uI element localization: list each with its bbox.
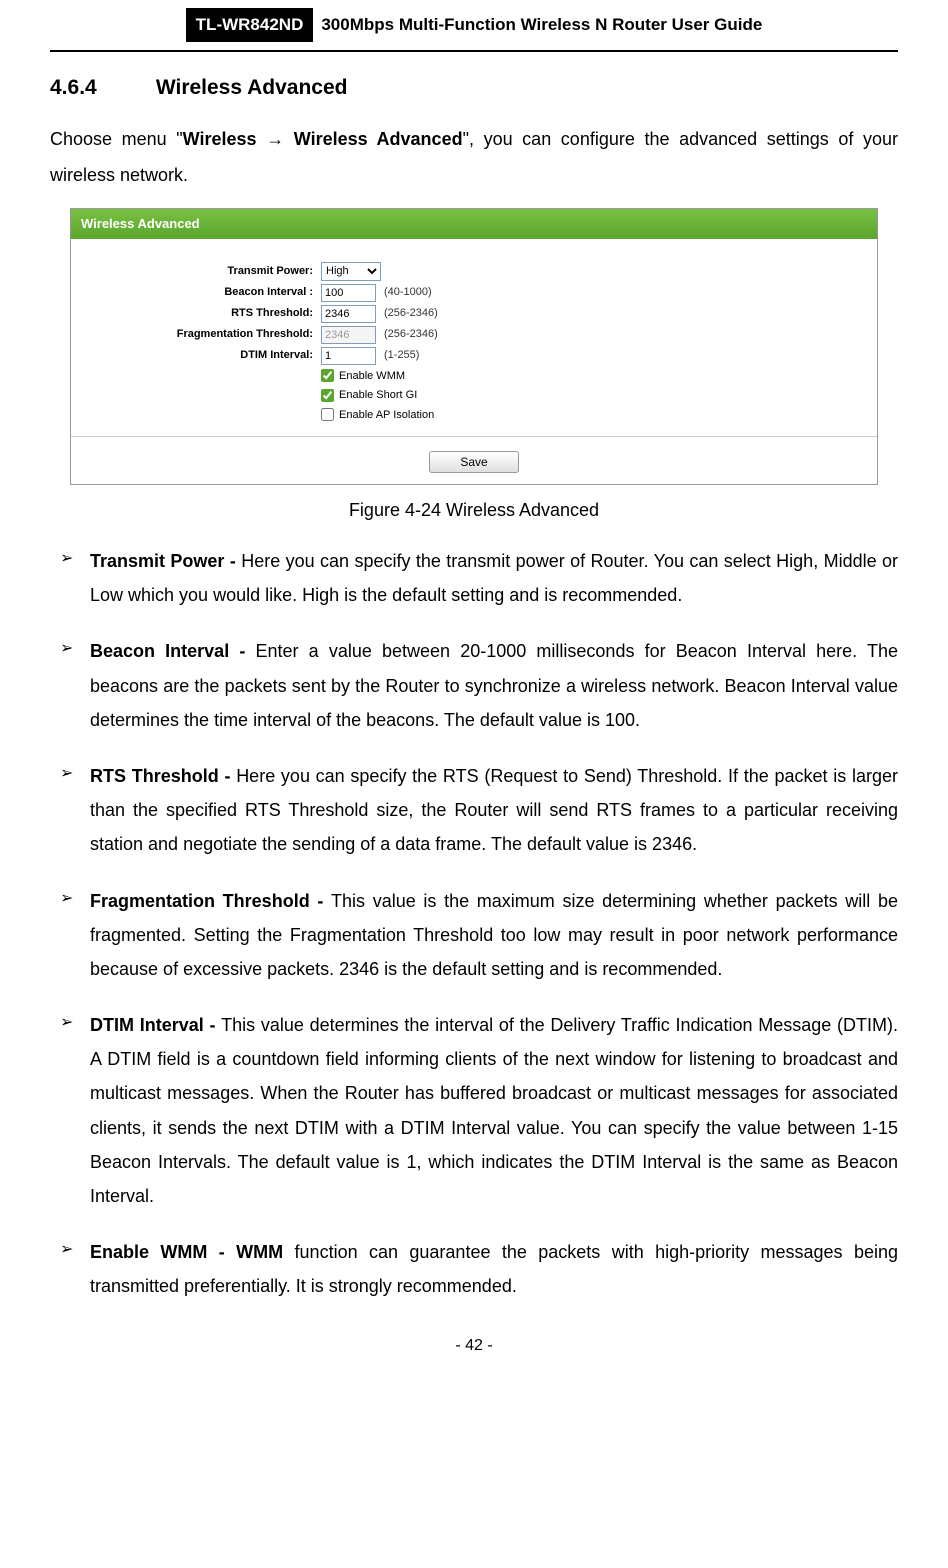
page-header: TL-WR842ND 300Mbps Multi-Function Wirele… (50, 0, 898, 52)
list-item: Beacon Interval - Enter a value between … (50, 634, 898, 737)
list-item: Fragmentation Threshold - This value is … (50, 884, 898, 987)
enable-wmm-checkbox[interactable] (321, 369, 334, 382)
frag-threshold-row: Fragmentation Threshold: (256-2346) (71, 326, 877, 344)
panel-header: Wireless Advanced (71, 209, 877, 239)
save-row: Save (71, 437, 877, 484)
enable-ap-isolation-label: Enable AP Isolation (339, 407, 434, 424)
list-item: RTS Threshold - Here you can specify the… (50, 759, 898, 862)
enable-wmm-label: Enable WMM (339, 368, 405, 385)
bullet-label: Beacon Interval - (90, 641, 256, 661)
form-block: Transmit Power: High Beacon Interval : (… (71, 239, 877, 438)
model-badge: TL-WR842ND (186, 8, 314, 42)
enable-short-gi-row: Enable Short GI (71, 387, 877, 404)
guide-title: 300Mbps Multi-Function Wireless N Router… (313, 12, 762, 38)
frag-threshold-label: Fragmentation Threshold: (71, 326, 321, 343)
bullet-label: Transmit Power - (90, 551, 241, 571)
enable-ap-isolation-checkbox[interactable] (321, 408, 334, 421)
figure-caption: Figure 4-24 Wireless Advanced (50, 497, 898, 524)
enable-short-gi-checkbox[interactable] (321, 389, 334, 402)
enable-ap-isolation-row: Enable AP Isolation (71, 407, 877, 424)
enable-wmm-row: Enable WMM (71, 368, 877, 385)
intro-paragraph: Choose menu "Wireless → Wireless Advance… (50, 121, 898, 193)
list-item: Transmit Power - Here you can specify th… (50, 544, 898, 612)
dtim-interval-label: DTIM Interval: (71, 347, 321, 364)
beacon-interval-row: Beacon Interval : (40-1000) (71, 284, 877, 302)
list-item: DTIM Interval - This value determines th… (50, 1008, 898, 1213)
list-item: Enable WMM - WMM function can guarantee … (50, 1235, 898, 1303)
dtim-interval-input[interactable] (321, 347, 376, 365)
beacon-interval-hint: (40-1000) (384, 284, 432, 301)
page-number: - 42 - (50, 1334, 898, 1378)
save-button[interactable]: Save (429, 451, 518, 473)
rts-threshold-label: RTS Threshold: (71, 305, 321, 322)
bullet-text: This value determines the interval of th… (90, 1015, 898, 1206)
bullet-label: RTS Threshold - (90, 766, 236, 786)
bullet-label: Fragmentation Threshold - (90, 891, 331, 911)
rts-threshold-hint: (256-2346) (384, 305, 438, 322)
enable-short-gi-label: Enable Short GI (339, 387, 417, 404)
bullet-label: DTIM Interval - (90, 1015, 221, 1035)
section-heading: 4.6.4 Wireless Advanced (50, 72, 898, 104)
rts-threshold-input[interactable] (321, 305, 376, 323)
transmit-power-select[interactable]: High (321, 262, 381, 281)
description-list: Transmit Power - Here you can specify th… (50, 544, 898, 1304)
section-number: 4.6.4 (50, 72, 150, 104)
beacon-interval-input[interactable] (321, 284, 376, 302)
frag-threshold-input[interactable] (321, 326, 376, 344)
transmit-power-label: Transmit Power: (71, 263, 321, 280)
beacon-interval-label: Beacon Interval : (71, 284, 321, 301)
frag-threshold-hint: (256-2346) (384, 326, 438, 343)
rts-threshold-row: RTS Threshold: (256-2346) (71, 305, 877, 323)
bullet-label: Enable WMM - WMM (90, 1242, 295, 1262)
dtim-interval-hint: (1-255) (384, 347, 419, 364)
intro-prefix: Choose menu " (50, 129, 183, 149)
dtim-interval-row: DTIM Interval: (1-255) (71, 347, 877, 365)
wireless-advanced-panel: Wireless Advanced Transmit Power: High B… (70, 208, 878, 485)
section-title: Wireless Advanced (156, 76, 348, 99)
transmit-power-row: Transmit Power: High (71, 262, 877, 281)
intro-menu-path: Wireless → Wireless Advanced (183, 129, 463, 149)
